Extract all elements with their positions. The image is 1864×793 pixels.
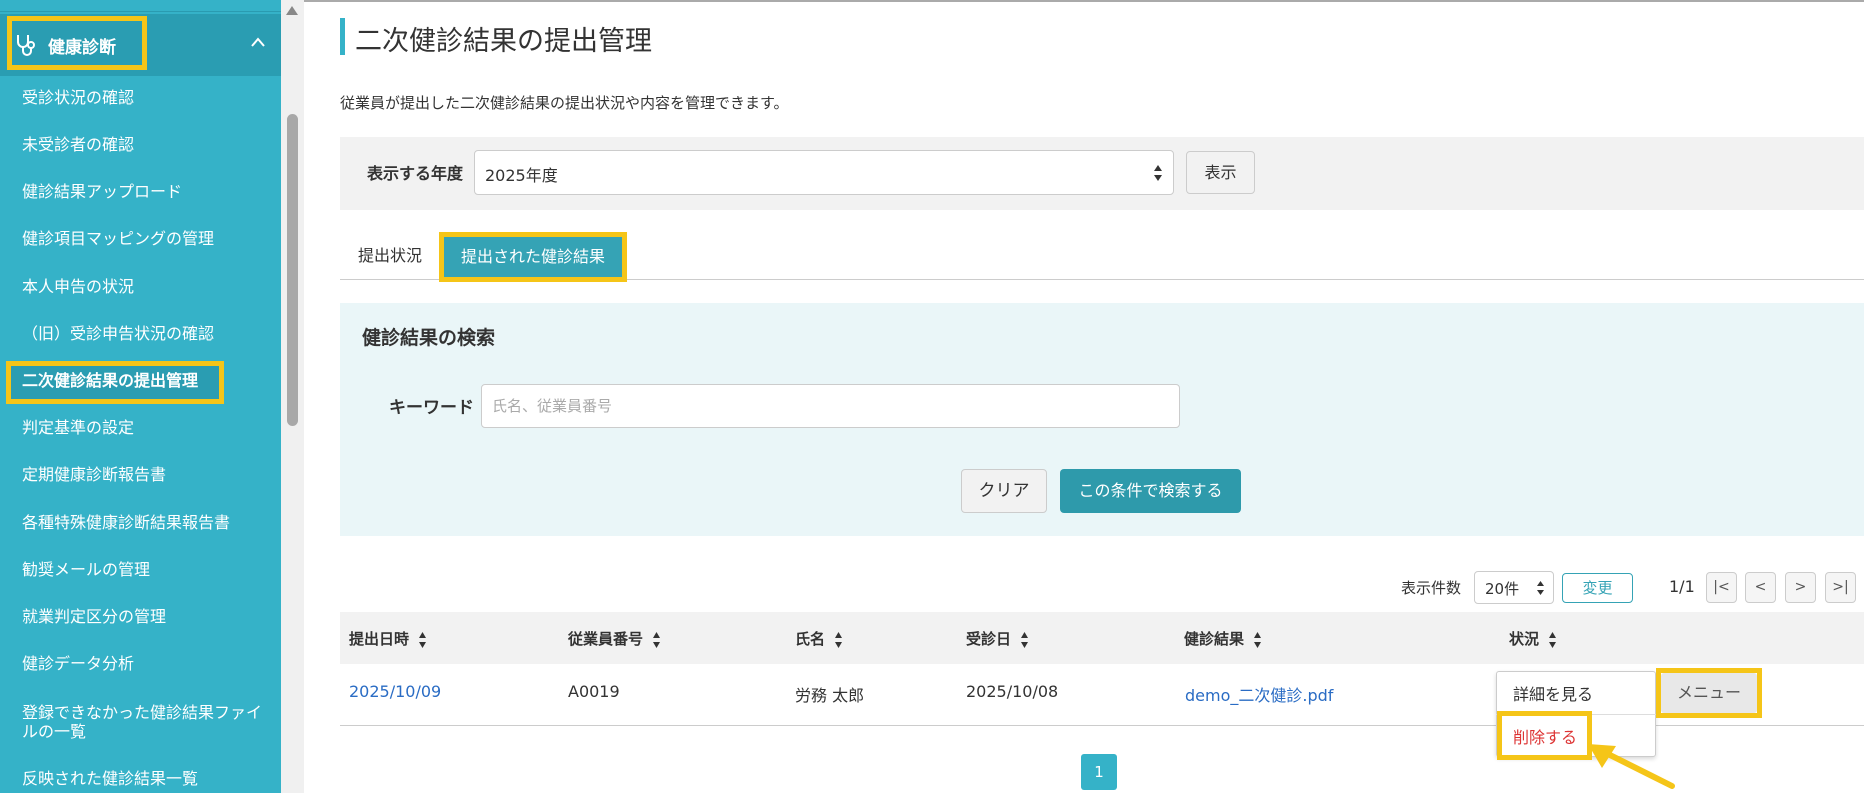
year-select[interactable]: 2025年度 [474, 150, 1174, 195]
sidebar-item-exam-status[interactable]: 受診状況の確認 [22, 88, 277, 108]
column-header-label: 従業員番号 [568, 630, 644, 648]
clear-button[interactable]: クリア [961, 469, 1047, 513]
sidebar-item-secondary-results[interactable]: 二次健診結果の提出管理 [22, 371, 277, 391]
column-header-label: 受診日 [966, 630, 1012, 648]
page-number-button[interactable]: 1 [1081, 754, 1117, 790]
stethoscope-icon [17, 35, 35, 56]
select-arrows-icon [1537, 581, 1544, 595]
sidebar-item-data-analysis[interactable]: 健診データ分析 [22, 654, 277, 674]
sidebar-item-reminder-mail[interactable]: 勧奨メールの管理 [22, 560, 277, 580]
column-header-label: 健診結果 [1184, 630, 1245, 648]
year-filter-label: 表示する年度 [367, 164, 464, 183]
sidebar-top-strip [0, 0, 281, 12]
year-select-value: 2025年度 [485, 166, 558, 185]
sidebar-item-self-report[interactable]: 本人申告の状況 [22, 277, 277, 297]
menu-item-view-details[interactable]: 詳細を見る [1513, 681, 1593, 705]
sort-icon [1021, 631, 1029, 648]
sort-icon [835, 631, 843, 648]
keyword-label: キーワード [389, 398, 474, 418]
next-page-button[interactable]: > [1785, 572, 1816, 603]
column-header-label: 氏名 [795, 630, 826, 648]
sort-icon [653, 631, 661, 648]
sidebar-scroll-thumb[interactable] [287, 114, 298, 426]
column-header-exam-date[interactable]: 受診日 [966, 628, 1029, 649]
title-accent-bar [340, 18, 345, 55]
row-submitted-at-link[interactable]: 2025/10/09 [349, 682, 441, 701]
sidebar-item-special-report[interactable]: 各種特殊健康診断結果報告書 [22, 513, 277, 533]
sidebar-section-label: 健康診断 [48, 38, 116, 58]
per-page-value: 20件 [1485, 580, 1520, 598]
prev-page-button[interactable]: < [1745, 572, 1776, 603]
page-title: 二次健診結果の提出管理 [355, 26, 652, 57]
search-button[interactable]: この条件で検索する [1060, 469, 1241, 513]
column-header-label: 状況 [1509, 630, 1540, 648]
keyword-input[interactable] [481, 384, 1180, 428]
chevron-up-icon[interactable] [250, 36, 266, 48]
sort-icon [1254, 631, 1262, 648]
column-header-result[interactable]: 健診結果 [1184, 628, 1262, 649]
column-header-name[interactable]: 氏名 [795, 628, 843, 649]
row-result-file-link[interactable]: demo_二次健診.pdf [1185, 682, 1333, 706]
page-description: 従業員が提出した二次健診結果の提出状況や内容を管理できます。 [340, 94, 789, 112]
per-page-label: 表示件数 [1401, 579, 1462, 597]
row-exam-date: 2025/10/08 [966, 682, 1059, 701]
annotation-arrow-icon [1588, 744, 1675, 789]
last-page-button[interactable]: >| [1825, 572, 1856, 603]
sidebar-item-failed-files[interactable]: 登録できなかった健診結果ファイルの一覧 [22, 703, 272, 741]
tab-submitted-results[interactable]: 提出された健診結果 [444, 237, 622, 277]
select-arrows-icon [1154, 165, 1162, 181]
sidebar-item-periodic-report[interactable]: 定期健康診断報告書 [22, 465, 277, 485]
sidebar-item-result-upload[interactable]: 健診結果アップロード [22, 182, 277, 202]
top-divider [304, 0, 1864, 2]
year-show-button[interactable]: 表示 [1186, 151, 1255, 194]
column-header-submitted-at[interactable]: 提出日時 [349, 628, 427, 649]
sidebar-item-old-report[interactable]: （旧）受診申告状況の確認 [22, 324, 277, 344]
menu-item-delete[interactable]: 削除する [1513, 724, 1577, 748]
row-employee-no: A0019 [568, 682, 620, 701]
search-panel-title: 健診結果の検索 [362, 327, 496, 349]
sidebar-item-work-category[interactable]: 就業判定区分の管理 [22, 607, 277, 627]
sidebar: 健康診断 受診状況の確認 未受診者の確認 健診結果アップロード 健診項目マッピン… [0, 0, 281, 793]
sidebar-item-mapping[interactable]: 健診項目マッピングの管理 [22, 229, 277, 249]
scroll-up-arrow-icon[interactable] [286, 6, 298, 15]
sidebar-item-applied-results[interactable]: 反映された健診結果一覧 [22, 769, 277, 789]
tab-submission-status[interactable]: 提出状況 [340, 233, 440, 279]
sidebar-item-criteria[interactable]: 判定基準の設定 [22, 418, 277, 438]
column-header-status[interactable]: 状況 [1509, 628, 1557, 649]
column-header-employee-no[interactable]: 従業員番号 [568, 628, 661, 649]
column-header-label: 提出日時 [349, 630, 410, 648]
page-indicator: 1/1 [1669, 577, 1695, 596]
sidebar-item-unexamined[interactable]: 未受診者の確認 [22, 135, 277, 155]
row-menu-button[interactable]: メニュー [1661, 673, 1757, 713]
row-name: 労務 太郎 [795, 686, 865, 705]
sort-icon [419, 631, 427, 648]
per-page-change-button[interactable]: 変更 [1562, 573, 1633, 603]
per-page-select[interactable]: 20件 [1474, 571, 1554, 604]
first-page-button[interactable]: |< [1706, 572, 1737, 603]
sort-icon [1549, 631, 1557, 648]
